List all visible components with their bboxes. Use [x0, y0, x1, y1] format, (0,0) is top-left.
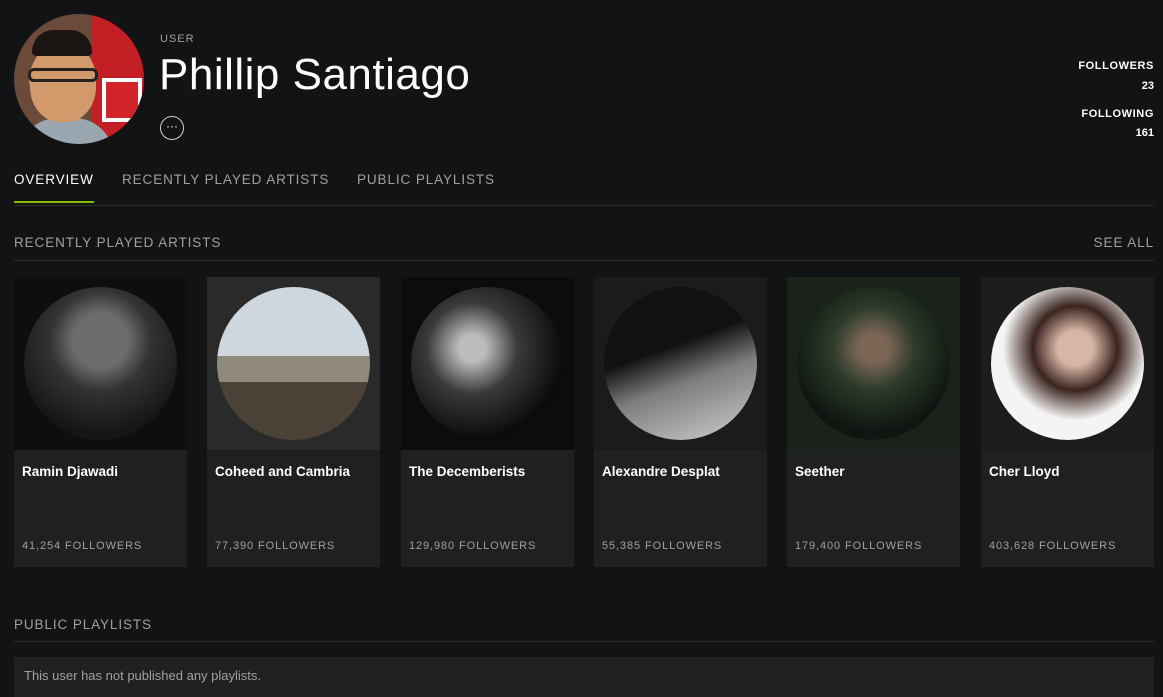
empty-playlists-message: This user has not published any playlist…: [14, 657, 1154, 697]
see-all-link[interactable]: SEE ALL: [1094, 235, 1154, 250]
avatar-bg-sign-red: [106, 82, 138, 118]
artist-artwork: [981, 277, 1154, 450]
artist-card[interactable]: Cher Lloyd 403,628 FOLLOWERS: [981, 277, 1154, 567]
tab-recently-played-artists[interactable]: RECENTLY PLAYED ARTISTS: [122, 172, 329, 201]
artist-followers: 41,254 FOLLOWERS: [22, 540, 143, 552]
artist-card[interactable]: Ramin Djawadi 41,254 FOLLOWERS: [14, 277, 187, 567]
artist-name[interactable]: Seether: [795, 464, 845, 479]
avatar-glasses: [28, 68, 98, 82]
artist-image: [797, 287, 950, 440]
artist-followers: 77,390 FOLLOWERS: [215, 540, 336, 552]
avatar: [14, 14, 144, 144]
artist-card[interactable]: The Decemberists 129,980 FOLLOWERS: [401, 277, 574, 567]
artist-artwork: [594, 277, 767, 450]
artist-followers: 55,385 FOLLOWERS: [602, 540, 723, 552]
profile-kind: USER: [160, 33, 195, 45]
recent-artists-heading: RECENTLY PLAYED ARTISTS: [14, 235, 222, 250]
artist-name[interactable]: The Decemberists: [409, 464, 525, 479]
section-divider: [14, 641, 1154, 642]
ellipsis-icon: ···: [166, 119, 178, 133]
artist-name[interactable]: Ramin Djawadi: [22, 464, 118, 479]
tab-overview[interactable]: OVERVIEW: [14, 172, 94, 203]
artist-image: [24, 287, 177, 440]
artist-image: [604, 287, 757, 440]
artist-artwork: [14, 277, 187, 450]
public-playlists-heading: PUBLIC PLAYLISTS: [14, 617, 152, 632]
artist-artwork: [787, 277, 960, 450]
artist-followers: 403,628 FOLLOWERS: [989, 540, 1117, 552]
artist-image: [991, 287, 1144, 440]
artist-followers: 179,400 FOLLOWERS: [795, 540, 923, 552]
tab-public-playlists-label: PUBLIC PLAYLISTS: [357, 172, 495, 187]
tab-public-playlists[interactable]: PUBLIC PLAYLISTS: [357, 172, 495, 201]
more-options-button[interactable]: ···: [160, 116, 184, 140]
artist-artwork: [401, 277, 574, 450]
section-divider: [14, 260, 1154, 261]
artist-name[interactable]: Alexandre Desplat: [602, 464, 720, 479]
followers-label[interactable]: FOLLOWERS: [1078, 60, 1154, 72]
profile-tabs: OVERVIEW RECENTLY PLAYED ARTISTS PUBLIC …: [14, 172, 1154, 206]
artist-name[interactable]: Cher Lloyd: [989, 464, 1060, 479]
artist-followers: 129,980 FOLLOWERS: [409, 540, 537, 552]
artist-card[interactable]: Coheed and Cambria 77,390 FOLLOWERS: [207, 277, 380, 567]
tab-recently-played-label: RECENTLY PLAYED ARTISTS: [122, 172, 330, 187]
artist-card[interactable]: Alexandre Desplat 55,385 FOLLOWERS: [594, 277, 767, 567]
empty-playlists-text: This user has not published any playlist…: [24, 668, 262, 683]
tab-active-indicator: [14, 201, 94, 203]
followers-count[interactable]: 23: [1142, 80, 1154, 92]
artist-artwork: [207, 277, 380, 450]
artist-card[interactable]: Seether 179,400 FOLLOWERS: [787, 277, 960, 567]
artist-name[interactable]: Coheed and Cambria: [215, 464, 350, 479]
tab-overview-label: OVERVIEW: [14, 172, 94, 187]
following-count[interactable]: 161: [1136, 127, 1154, 139]
following-label[interactable]: FOLLOWING: [1081, 108, 1154, 120]
artist-image: [411, 287, 564, 440]
avatar-hair: [32, 30, 92, 56]
profile-name: Phillip Santiago: [159, 50, 471, 99]
artist-image: [217, 287, 370, 440]
